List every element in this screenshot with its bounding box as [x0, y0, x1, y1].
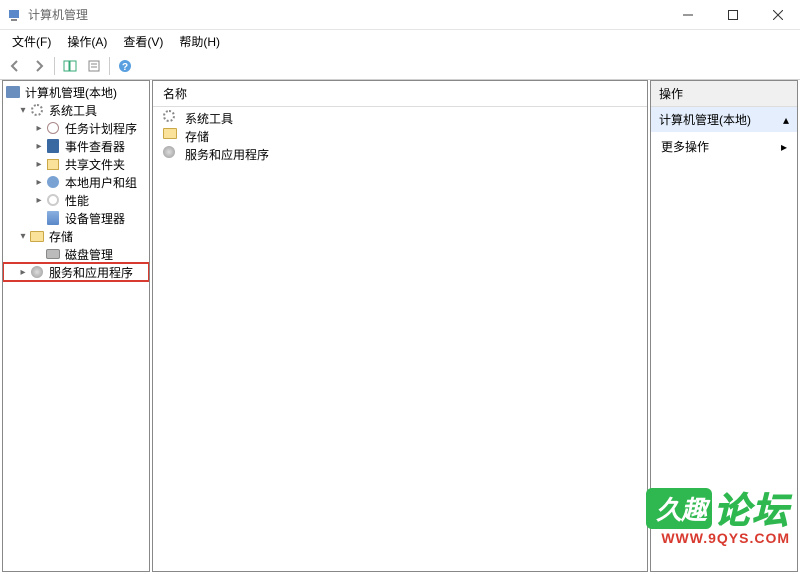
actions-panel: 操作 计算机管理(本地) ▴ 更多操作 ▸ [650, 80, 798, 572]
expand-icon[interactable]: ▸ [17, 267, 29, 278]
toolbar: ? [0, 52, 800, 80]
column-header-name[interactable]: 名称 [153, 81, 647, 107]
tree-system-tools[interactable]: ▾ 系统工具 [3, 101, 149, 119]
svg-text:?: ? [122, 62, 128, 73]
list-label: 系统工具 [185, 110, 233, 127]
storage-icon [163, 128, 179, 144]
services-icon [163, 146, 179, 162]
menu-help[interactable]: 帮助(H) [171, 31, 228, 52]
tools-icon [29, 102, 45, 118]
forward-button[interactable] [28, 55, 50, 77]
submenu-arrow-icon: ▸ [781, 140, 787, 154]
content-panel: 名称 系统工具 存储 服务和应用程序 [152, 80, 648, 572]
tree-services-apps[interactable]: ▸ 服务和应用程序 [3, 263, 149, 281]
actions-more[interactable]: 更多操作 ▸ [651, 132, 797, 161]
tree-task-scheduler[interactable]: ▸ 任务计划程序 [3, 119, 149, 137]
window-controls [665, 0, 800, 30]
tree-shared-folders[interactable]: ▸ 共享文件夹 [3, 155, 149, 173]
tree-label: 计算机管理(本地) [25, 84, 117, 101]
performance-icon [45, 192, 61, 208]
clock-icon [45, 120, 61, 136]
tree-panel: 计算机管理(本地) ▾ 系统工具 ▸ 任务计划程序 ▸ 事件查看器 ▸ 共享文件… [2, 80, 150, 572]
back-button[interactable] [4, 55, 26, 77]
actions-header: 操作 [651, 81, 797, 107]
tree-label: 服务和应用程序 [49, 264, 133, 281]
list-label: 存储 [185, 128, 209, 145]
main-area: 计算机管理(本地) ▾ 系统工具 ▸ 任务计划程序 ▸ 事件查看器 ▸ 共享文件… [0, 80, 800, 574]
list-item-system-tools[interactable]: 系统工具 [153, 109, 647, 127]
tree-label: 存储 [49, 228, 73, 245]
collapse-up-icon: ▴ [783, 113, 789, 127]
properties-button[interactable] [83, 55, 105, 77]
title-bar: 计算机管理 [0, 0, 800, 30]
services-icon [29, 264, 45, 280]
tree-local-users[interactable]: ▸ 本地用户和组 [3, 173, 149, 191]
computer-icon [5, 84, 21, 100]
book-icon [45, 138, 61, 154]
menu-bar: 文件(F) 操作(A) 查看(V) 帮助(H) [0, 30, 800, 52]
collapse-icon[interactable]: ▾ [17, 231, 29, 242]
tree-storage[interactable]: ▾ 存储 [3, 227, 149, 245]
list-item-services-apps[interactable]: 服务和应用程序 [153, 145, 647, 163]
expand-icon[interactable]: ▸ [33, 177, 45, 188]
minimize-button[interactable] [665, 0, 710, 30]
expand-icon[interactable]: ▸ [33, 123, 45, 134]
tree-disk-mgmt[interactable]: 磁盘管理 [3, 245, 149, 263]
tree-label: 磁盘管理 [65, 246, 113, 263]
maximize-button[interactable] [710, 0, 755, 30]
toolbar-separator [109, 57, 110, 75]
tree-label: 性能 [65, 192, 89, 209]
tree-event-viewer[interactable]: ▸ 事件查看器 [3, 137, 149, 155]
content-list: 系统工具 存储 服务和应用程序 [153, 107, 647, 165]
app-icon [6, 7, 22, 23]
close-button[interactable] [755, 0, 800, 30]
nav-tree: 计算机管理(本地) ▾ 系统工具 ▸ 任务计划程序 ▸ 事件查看器 ▸ 共享文件… [3, 81, 149, 283]
actions-section-label: 计算机管理(本地) [659, 111, 751, 128]
expand-icon[interactable]: ▸ [33, 141, 45, 152]
window-title: 计算机管理 [28, 6, 665, 23]
tree-device-manager[interactable]: 设备管理器 [3, 209, 149, 227]
storage-icon [29, 228, 45, 244]
tree-label: 本地用户和组 [65, 174, 137, 191]
actions-section-title[interactable]: 计算机管理(本地) ▴ [651, 107, 797, 132]
expand-icon[interactable]: ▸ [33, 159, 45, 170]
tools-icon [163, 110, 179, 126]
tree-label: 系统工具 [49, 102, 97, 119]
tree-label: 任务计划程序 [65, 120, 137, 137]
menu-file[interactable]: 文件(F) [4, 31, 59, 52]
menu-action[interactable]: 操作(A) [59, 31, 115, 52]
help-button[interactable]: ? [114, 55, 136, 77]
tree-label: 设备管理器 [65, 210, 125, 227]
show-hide-tree-button[interactable] [59, 55, 81, 77]
users-icon [45, 174, 61, 190]
tree-performance[interactable]: ▸ 性能 [3, 191, 149, 209]
toolbar-separator [54, 57, 55, 75]
folder-share-icon [45, 156, 61, 172]
tree-label: 事件查看器 [65, 138, 125, 155]
collapse-icon[interactable]: ▾ [17, 105, 29, 116]
expand-icon[interactable]: ▸ [33, 195, 45, 206]
tree-label: 共享文件夹 [65, 156, 125, 173]
menu-view[interactable]: 查看(V) [115, 31, 171, 52]
tree-root[interactable]: 计算机管理(本地) [3, 83, 149, 101]
disk-icon [45, 246, 61, 262]
list-label: 服务和应用程序 [185, 146, 269, 163]
device-icon [45, 210, 61, 226]
list-item-storage[interactable]: 存储 [153, 127, 647, 145]
actions-more-label: 更多操作 [661, 138, 709, 155]
